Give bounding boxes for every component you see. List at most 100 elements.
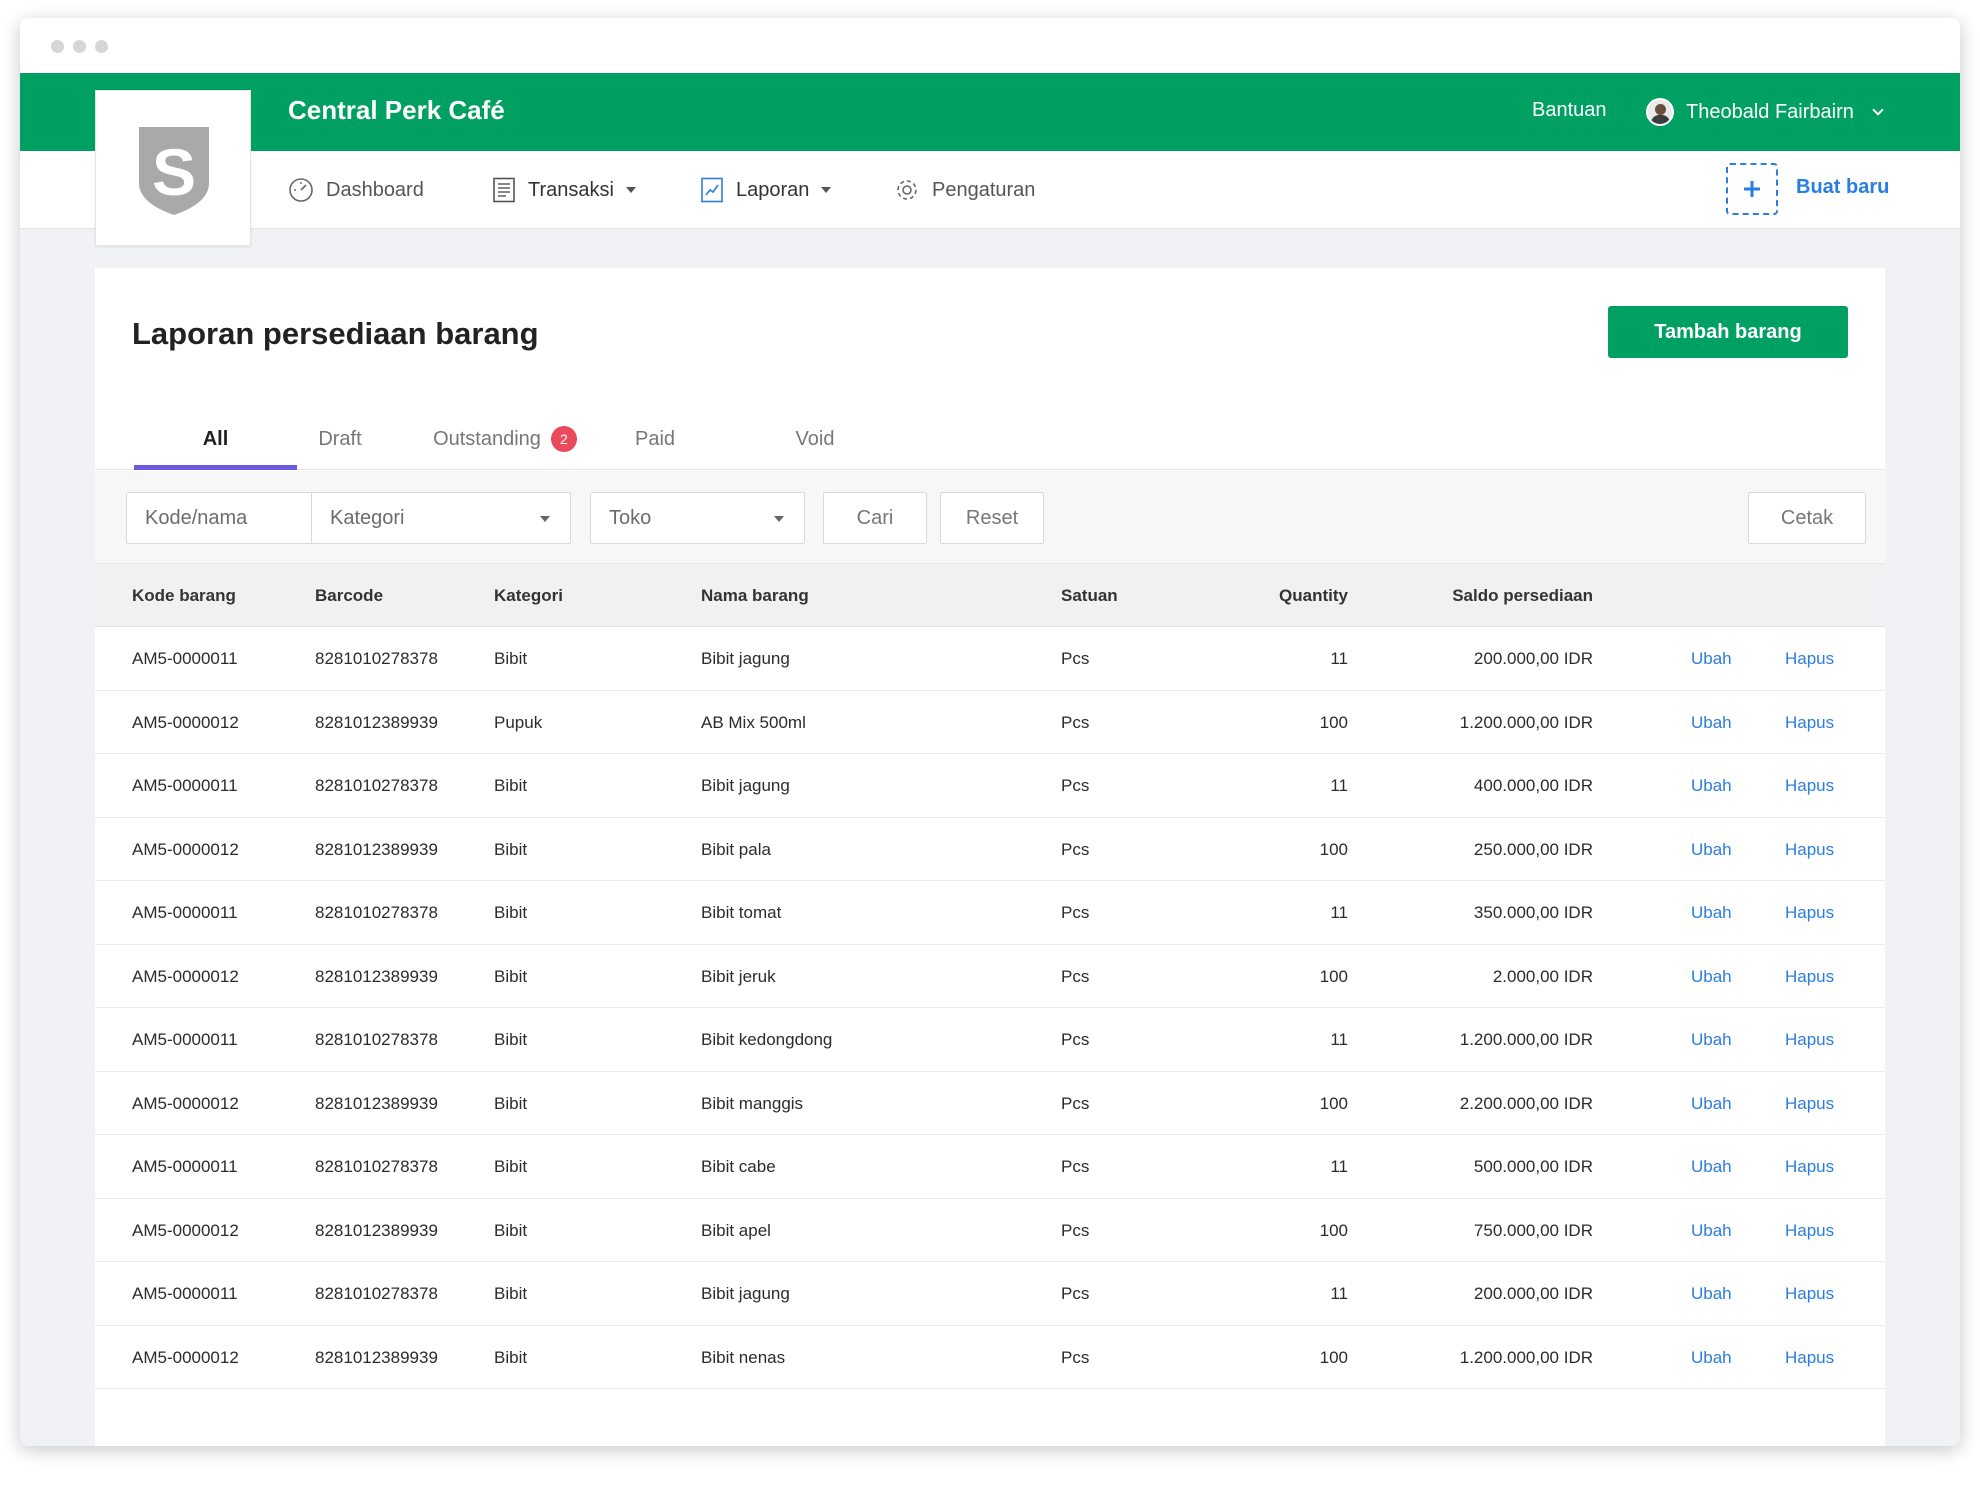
edit-link[interactable]: Ubah	[1691, 1008, 1732, 1072]
print-button[interactable]: Cetak	[1748, 492, 1866, 544]
user-menu[interactable]: Theobald Fairbairn	[1646, 93, 1884, 131]
search-button[interactable]: Cari	[823, 492, 927, 544]
caret-down-icon	[774, 516, 784, 522]
code-name-input[interactable]	[126, 492, 340, 544]
app-logo[interactable]: S	[95, 90, 251, 246]
brand-name[interactable]: Central Perk Café	[288, 95, 505, 126]
gear-icon	[894, 177, 920, 203]
reset-button[interactable]: Reset	[940, 492, 1044, 544]
edit-link[interactable]: Ubah	[1691, 818, 1732, 882]
delete-link[interactable]: Hapus	[1785, 1262, 1834, 1326]
nav-item-laporan[interactable]: Laporan	[700, 175, 832, 205]
delete-link[interactable]: Hapus	[1785, 1072, 1834, 1136]
cell-unit: Pcs	[1061, 1030, 1090, 1049]
nav-item-transaksi[interactable]: Transaksi	[492, 175, 636, 205]
window-minimize-dot[interactable]	[73, 40, 86, 53]
category-select-label: Kategori	[330, 506, 405, 529]
edit-link[interactable]: Ubah	[1691, 691, 1732, 755]
delete-link[interactable]: Hapus	[1785, 945, 1834, 1009]
nav-item-dashboard[interactable]: Dashboard	[288, 175, 424, 205]
cell-code: AM5-0000011	[132, 1157, 238, 1176]
column-header[interactable]: Saldo persediaan	[1385, 564, 1593, 627]
tab-label: Outstanding	[433, 427, 541, 450]
tab-paid[interactable]: Paid	[605, 408, 705, 470]
delete-link[interactable]: Hapus	[1785, 881, 1834, 945]
chevron-down-icon	[1872, 104, 1884, 116]
tab-void[interactable]: Void	[765, 408, 865, 470]
tab-all[interactable]: All	[134, 408, 297, 470]
report-card: Laporan persediaan barang Tambah barang …	[95, 268, 1885, 1446]
cell-unit: Pcs	[1061, 966, 1090, 986]
create-new-label[interactable]: Buat baru	[1796, 176, 1889, 199]
edit-link[interactable]: Ubah	[1691, 1199, 1732, 1263]
cell-barcode: 8281012389939	[315, 1220, 438, 1240]
store-select[interactable]: Toko	[590, 492, 805, 544]
delete-link[interactable]: Hapus	[1785, 627, 1834, 691]
edit-link[interactable]: Ubah	[1691, 945, 1732, 1009]
help-link[interactable]: Bantuan	[1532, 99, 1607, 122]
delete-link[interactable]: Hapus	[1785, 1326, 1834, 1390]
cell-category: Pupuk	[494, 712, 543, 732]
cell-balance: 2.200.000,00 IDR	[1459, 1093, 1593, 1113]
delete-link[interactable]: Hapus	[1785, 1199, 1834, 1263]
filter-bar: Kategori Toko Cari Reset Cetak	[95, 471, 1885, 564]
category-select[interactable]: Kategori	[311, 492, 571, 544]
edit-link[interactable]: Ubah	[1691, 1135, 1732, 1199]
tab-draft[interactable]: Draft	[285, 408, 395, 470]
cell-name: AB Mix 500ml	[701, 712, 806, 732]
column-header[interactable]: Satuan	[1061, 564, 1118, 627]
column-header[interactable]: Kode barang	[132, 564, 236, 627]
create-new-button[interactable]	[1726, 163, 1778, 215]
cell-code: AM5-0000012	[132, 1220, 239, 1240]
cell-name: Bibit cabe	[701, 1157, 776, 1176]
cell-quantity: 100	[1319, 839, 1348, 859]
cell-barcode: 8281010278378	[315, 1157, 438, 1176]
cell-balance: 2.000,00 IDR	[1492, 966, 1593, 986]
edit-link[interactable]: Ubah	[1691, 627, 1732, 691]
delete-link[interactable]: Hapus	[1785, 1008, 1834, 1072]
cell-category: Bibit	[494, 903, 528, 922]
cell-category: Bibit	[494, 1284, 528, 1303]
cell-quantity: 100	[1319, 1347, 1348, 1367]
top-header: Central Perk Café Bantuan Theobald Fairb…	[20, 73, 1960, 151]
table-row: AM5-0000012 8281012389939 Bibit Bibit jeruk…	[95, 944, 1885, 1009]
delete-link[interactable]: Hapus	[1785, 1135, 1834, 1199]
edit-link[interactable]: Ubah	[1691, 1072, 1732, 1136]
status-tabs: All Draft Outstanding 2 Paid Void	[95, 408, 1885, 470]
user-name: Theobald Fairbairn	[1686, 100, 1854, 123]
nav-item-pengaturan[interactable]: Pengaturan	[894, 175, 1035, 205]
column-header[interactable]: Barcode	[315, 564, 383, 627]
edit-link[interactable]: Ubah	[1691, 1326, 1732, 1390]
edit-link[interactable]: Ubah	[1691, 881, 1732, 945]
cell-code: AM5-0000011	[132, 1284, 238, 1303]
window-close-dot[interactable]	[51, 40, 64, 53]
cell-unit: Pcs	[1061, 1093, 1090, 1113]
tab-outstanding[interactable]: Outstanding 2	[425, 408, 585, 470]
cell-category: Bibit	[494, 1157, 528, 1176]
cell-barcode: 8281010278378	[315, 1284, 438, 1303]
cell-code: AM5-0000011	[132, 903, 238, 922]
delete-link[interactable]: Hapus	[1785, 754, 1834, 818]
column-header[interactable]: Quantity	[1195, 564, 1348, 627]
nav-label-laporan: Laporan	[736, 178, 810, 201]
shield-logo-icon: S	[139, 127, 209, 215]
logo-letter: S	[152, 135, 196, 209]
table-row: AM5-0000011 8281010278378 Bibit Bibit tomat…	[95, 881, 1885, 945]
cell-unit: Pcs	[1061, 1220, 1090, 1240]
cell-quantity: 100	[1319, 712, 1348, 732]
column-header[interactable]: Nama barang	[701, 564, 809, 627]
delete-link[interactable]: Hapus	[1785, 691, 1834, 755]
edit-link[interactable]: Ubah	[1691, 754, 1732, 818]
nav-label-transaksi: Transaksi	[528, 178, 614, 201]
table-header: Kode barang Barcode Kategori Nama barang…	[95, 564, 1885, 627]
table-row: AM5-0000012 8281012389939 Bibit Bibit nenas…	[95, 1325, 1885, 1390]
cell-category: Bibit	[494, 1347, 528, 1367]
delete-link[interactable]: Hapus	[1785, 818, 1834, 882]
edit-link[interactable]: Ubah	[1691, 1262, 1732, 1326]
window-maximize-dot[interactable]	[95, 40, 108, 53]
add-item-button[interactable]: Tambah barang	[1608, 306, 1848, 358]
column-header[interactable]: Kategori	[494, 564, 563, 627]
cell-code: AM5-0000012	[132, 966, 239, 986]
cell-balance: 1.200.000,00 IDR	[1459, 712, 1593, 732]
cell-name: Bibit tomat	[701, 903, 782, 922]
